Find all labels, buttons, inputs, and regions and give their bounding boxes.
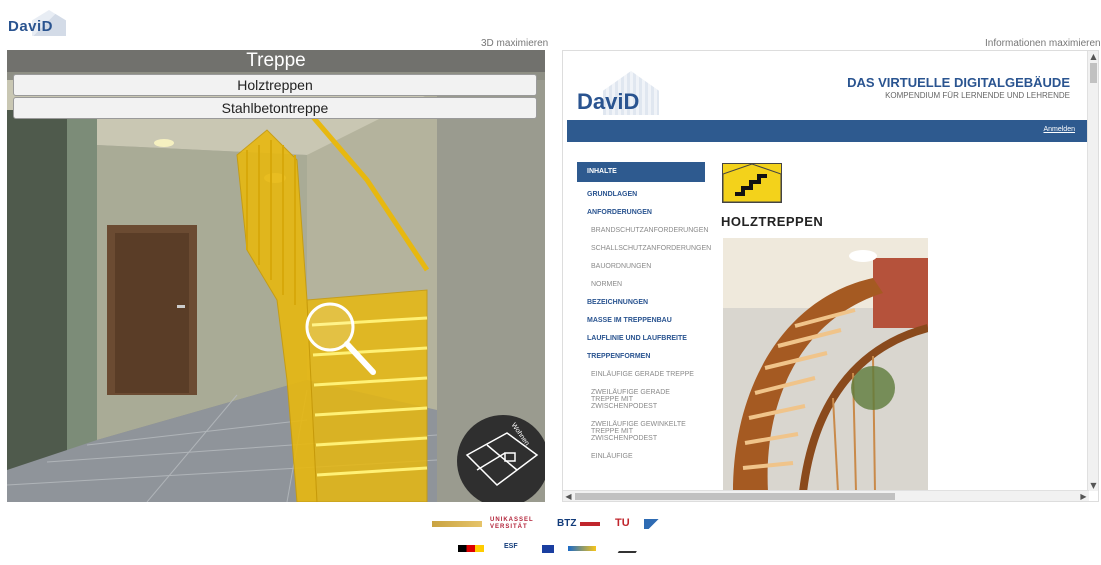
nav-item[interactable]: BRANDSCHUTZANFORDERUNGEN [587, 227, 708, 234]
tu-logo[interactable]: TU [615, 517, 630, 529]
horizontal-scrollbar[interactable]: ◀ ▶ [563, 490, 1089, 501]
federal-logo-icon[interactable] [458, 545, 484, 552]
nav-item[interactable]: MASSE IM TREPPENBAU [587, 317, 717, 324]
nav-item[interactable]: ZWEILÄUFIGE GEWINKELTE TREPPE MIT ZWISCH… [587, 421, 697, 442]
top-nav-bar: Anmelden [567, 120, 1087, 142]
3d-viewport[interactable]: Treppe Holztreppen Stahlbetontreppe Wohn… [7, 50, 545, 502]
nav-item[interactable]: BAUORDNUNGEN [587, 263, 697, 270]
nav-item[interactable]: EINLÄUFIGE GERADE TREPPE [587, 371, 697, 378]
nav-item[interactable]: TREPPENFORMEN [587, 353, 717, 360]
partner-logo-icon[interactable] [432, 521, 482, 527]
partner-logo-icon-2[interactable] [644, 519, 670, 529]
option-stahlbetontreppe-button[interactable]: Stahlbetontreppe [13, 97, 537, 119]
nav-item[interactable]: ANFORDERUNGEN [587, 209, 717, 216]
nav-item[interactable]: SCHALLSCHUTZANFORDERUNGEN [587, 245, 711, 252]
magnifier-icon[interactable] [303, 300, 383, 380]
scroll-left-icon[interactable]: ◀ [563, 491, 574, 501]
eu-flag-icon[interactable] [542, 545, 554, 553]
nav-header: INHALTE [577, 162, 705, 182]
site-logo[interactable]: DaviD [577, 89, 639, 115]
floorplan-icon [465, 432, 539, 486]
partner-logo-icon-4[interactable] [617, 545, 641, 553]
nav-item[interactable]: LAUFLINIE UND LAUFBREITE [587, 335, 717, 342]
holztreppe-photo [723, 238, 928, 492]
scroll-thumb-h[interactable] [575, 493, 895, 500]
maximize-3d-link[interactable]: 3D maximieren [481, 38, 548, 49]
footer-logos-row2: ESF [458, 543, 658, 555]
nav-item[interactable]: EINLÄUFIGE [587, 453, 697, 460]
info-panel[interactable]: DaviD DAS VIRTUELLE DIGITALGEBÄUDE KOMPE… [562, 50, 1099, 502]
partner-logo-icon-3[interactable] [568, 546, 596, 551]
content-nav: GRUNDLAGEN ANFORDERUNGEN BRANDSCHUTZANFORD… [587, 191, 717, 471]
scroll-right-icon[interactable]: ▶ [1078, 491, 1089, 501]
nav-item[interactable]: BEZEICHNUNGEN [587, 299, 717, 306]
scroll-up-icon[interactable]: ▲ [1088, 51, 1098, 62]
login-link[interactable]: Anmelden [1043, 126, 1075, 133]
vertical-scrollbar[interactable]: ▲ ▼ [1087, 51, 1098, 491]
stair-category-icon [722, 163, 782, 203]
scroll-down-icon[interactable]: ▼ [1088, 480, 1098, 491]
stair-title: Treppe [7, 50, 545, 72]
option-holztreppen-button[interactable]: Holztreppen [13, 74, 537, 96]
nav-item[interactable]: NORMEN [587, 281, 697, 288]
page-heading: HOLZTREPPEN [721, 214, 824, 229]
maximize-info-link[interactable]: Informationen maximieren [985, 38, 1101, 49]
nav-item[interactable]: GRUNDLAGEN [587, 191, 717, 198]
scroll-thumb[interactable] [1090, 63, 1097, 83]
footer-logos-row1: UNIKASSEL VERSITÄT BTZ TU [432, 517, 672, 531]
uni-kassel-logo[interactable]: UNIKASSEL VERSITÄT [490, 517, 544, 531]
site-title: DAS VIRTUELLE DIGITALGEBÄUDE [847, 75, 1070, 90]
site-subtitle: KOMPENDIUM FÜR LERNENDE UND LEHRENDE [885, 91, 1070, 100]
btz-bar-icon [580, 522, 600, 526]
app-logo-text: DaviD [8, 18, 54, 35]
minimap[interactable]: Wohnen [457, 415, 545, 502]
esf-logo[interactable]: ESF [504, 543, 518, 550]
btz-logo[interactable]: BTZ [557, 518, 576, 529]
app-logo[interactable]: DaviD [8, 8, 68, 38]
nav-item[interactable]: ZWEILÄUFIGE GERADE TREPPE MIT ZWISCHENPO… [587, 389, 697, 410]
